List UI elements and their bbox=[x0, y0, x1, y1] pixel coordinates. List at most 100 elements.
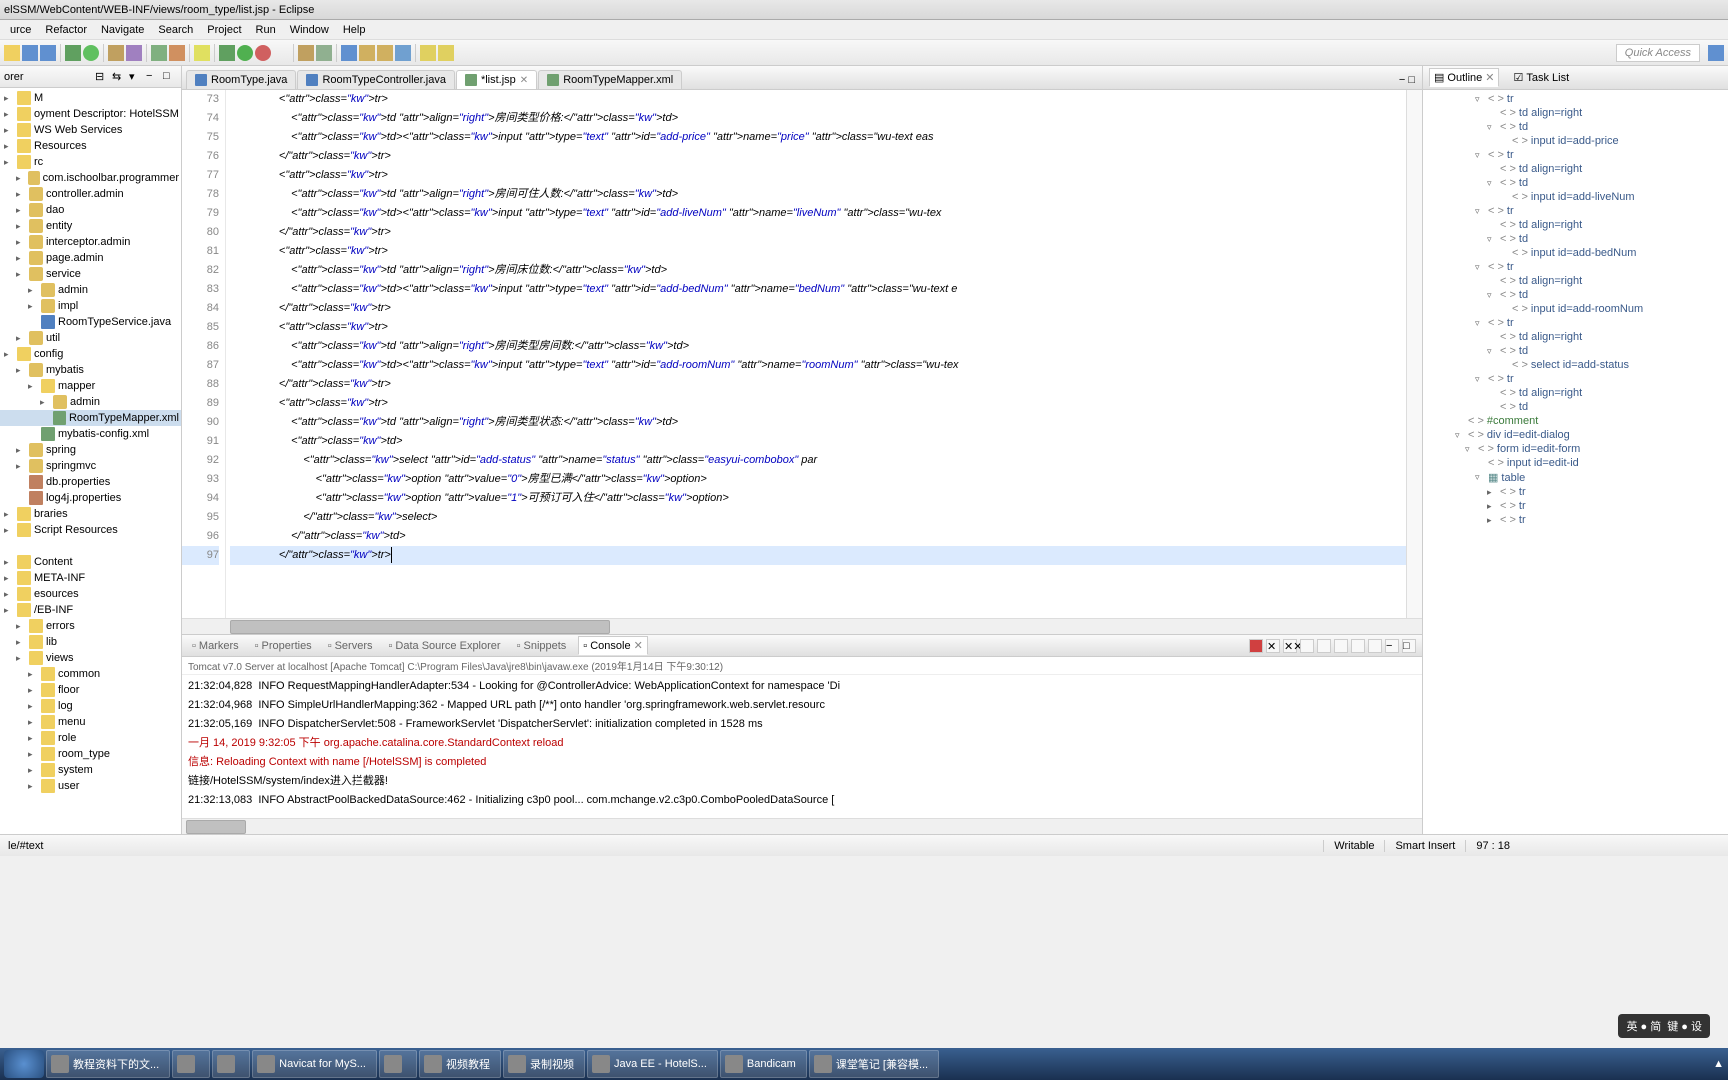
remove-icon[interactable]: ✕ bbox=[1266, 639, 1280, 653]
tree-item[interactable]: ▸controller.admin bbox=[0, 186, 181, 202]
tree-item[interactable]: ▸system bbox=[0, 762, 181, 778]
run-arrow-icon[interactable] bbox=[237, 45, 253, 61]
new-icon[interactable] bbox=[4, 45, 20, 61]
menu-item[interactable]: urce bbox=[4, 22, 37, 38]
perspective-icon[interactable] bbox=[1708, 45, 1724, 61]
debug-icon[interactable] bbox=[65, 45, 81, 61]
display-icon[interactable] bbox=[1351, 639, 1365, 653]
outline-item[interactable]: < > input id=add-liveNum bbox=[1425, 190, 1726, 204]
tree-item[interactable]: ▸errors bbox=[0, 618, 181, 634]
tool-icon[interactable] bbox=[359, 45, 375, 61]
tree-item[interactable]: ▸/EB-INF bbox=[0, 602, 181, 618]
ime-popup[interactable]: 英 ● 简 键 ● 设 bbox=[1618, 1014, 1710, 1038]
close-icon[interactable]: ✕ bbox=[520, 75, 528, 86]
menu-icon[interactable]: ▾ bbox=[129, 70, 143, 84]
save-icon[interactable] bbox=[22, 45, 38, 61]
tool-icon[interactable] bbox=[273, 45, 289, 61]
tree-item[interactable]: ▸entity bbox=[0, 218, 181, 234]
outline-item[interactable]: < > input id=add-roomNum bbox=[1425, 302, 1726, 316]
outline-item[interactable]: < > td align=right bbox=[1425, 386, 1726, 400]
tree-item[interactable]: ▸admin bbox=[0, 282, 181, 298]
tree-item[interactable]: ▸braries bbox=[0, 506, 181, 522]
tree-item[interactable]: ▸mapper bbox=[0, 378, 181, 394]
tree-item[interactable]: ▸common bbox=[0, 666, 181, 682]
editor-tab[interactable]: *list.jsp✕ bbox=[456, 70, 537, 89]
console-hscroll[interactable] bbox=[182, 818, 1422, 834]
taskbar-item[interactable] bbox=[379, 1050, 417, 1078]
minimize-icon[interactable]: − bbox=[1385, 639, 1399, 653]
menu-item[interactable]: Refactor bbox=[39, 22, 93, 38]
outline-item[interactable]: ▿< > td bbox=[1425, 288, 1726, 302]
outline-item[interactable]: < > td align=right bbox=[1425, 274, 1726, 288]
outline-item[interactable]: < > input id=edit-id bbox=[1425, 456, 1726, 470]
outline-item[interactable]: ▿< > form id=edit-form bbox=[1425, 442, 1726, 456]
close-icon[interactable]: ✕ bbox=[634, 639, 643, 652]
tree-item[interactable]: ▸log bbox=[0, 698, 181, 714]
outline-item[interactable]: ▸< > tr bbox=[1425, 513, 1726, 527]
taskbar-item[interactable] bbox=[172, 1050, 210, 1078]
maximize-icon[interactable]: □ bbox=[1408, 74, 1415, 86]
tree-item[interactable]: ▸interceptor.admin bbox=[0, 234, 181, 250]
bottom-tab-markers[interactable]: ▫Markers bbox=[188, 638, 243, 654]
bottom-tab-data-source-explorer[interactable]: ▫Data Source Explorer bbox=[385, 638, 505, 654]
remove-all-icon[interactable]: ✕✕ bbox=[1283, 639, 1297, 653]
outline-item[interactable]: < > td align=right bbox=[1425, 106, 1726, 120]
tree-item[interactable]: ▸springmvc bbox=[0, 458, 181, 474]
maximize-icon[interactable]: □ bbox=[163, 70, 177, 84]
taskbar-item[interactable]: 视频教程 bbox=[419, 1050, 501, 1078]
tree-item[interactable]: RoomTypeService.java bbox=[0, 314, 181, 330]
link-icon[interactable]: ⇆ bbox=[112, 70, 126, 84]
outline-item[interactable]: < > td align=right bbox=[1425, 218, 1726, 232]
tree-item[interactable]: ▸Content bbox=[0, 554, 181, 570]
minimize-icon[interactable]: − bbox=[1399, 74, 1405, 86]
search-icon[interactable] bbox=[194, 45, 210, 61]
outline-item[interactable]: ▿< > tr bbox=[1425, 372, 1726, 386]
outline-tree[interactable]: ▿< > tr< > td align=right▿< > td< > inpu… bbox=[1423, 90, 1728, 834]
taskbar-item[interactable]: 课堂笔记 [兼容模... bbox=[809, 1050, 939, 1078]
tree-item[interactable]: mybatis-config.xml bbox=[0, 426, 181, 442]
menu-item[interactable]: Run bbox=[250, 22, 282, 38]
taskbar-item[interactable]: 教程资料下的文... bbox=[46, 1050, 170, 1078]
run-ext-icon[interactable] bbox=[255, 45, 271, 61]
tool-icon[interactable] bbox=[341, 45, 357, 61]
save-all-icon[interactable] bbox=[40, 45, 56, 61]
editor-tab[interactable]: RoomTypeController.java bbox=[297, 70, 455, 89]
close-icon[interactable]: ✕ bbox=[1485, 71, 1494, 84]
tree-item[interactable]: ▸mybatis bbox=[0, 362, 181, 378]
start-button[interactable] bbox=[4, 1050, 44, 1078]
tree-item[interactable]: ▸lib bbox=[0, 634, 181, 650]
taskbar-item[interactable]: Java EE - HotelS... bbox=[587, 1050, 718, 1078]
tree-item[interactable]: ▸room_type bbox=[0, 746, 181, 762]
tree-item[interactable]: ▸spring bbox=[0, 442, 181, 458]
outline-item[interactable]: ▸< > tr bbox=[1425, 485, 1726, 499]
menu-item[interactable]: Window bbox=[284, 22, 335, 38]
minimize-icon[interactable]: − bbox=[146, 70, 160, 84]
tree-item[interactable]: ▸oyment Descriptor: HotelSSM bbox=[0, 106, 181, 122]
back-icon[interactable] bbox=[420, 45, 436, 61]
outline-item[interactable]: < > input id=add-price bbox=[1425, 134, 1726, 148]
outline-item[interactable]: ▿< > td bbox=[1425, 176, 1726, 190]
outline-item[interactable]: ▿< > td bbox=[1425, 232, 1726, 246]
tool-icon[interactable] bbox=[395, 45, 411, 61]
bottom-tab-properties[interactable]: ▫Properties bbox=[251, 638, 316, 654]
outline-item[interactable]: < > #comment bbox=[1425, 414, 1726, 428]
tab-outline[interactable]: ▤ Outline ✕ bbox=[1429, 68, 1499, 87]
outline-item[interactable]: < > input id=add-bedNum bbox=[1425, 246, 1726, 260]
tree-item[interactable]: ▸impl bbox=[0, 298, 181, 314]
tray-icon[interactable]: ▲ bbox=[1713, 1058, 1724, 1070]
tool-icon[interactable] bbox=[108, 45, 124, 61]
tree-item[interactable]: ▸views bbox=[0, 650, 181, 666]
stop-icon[interactable] bbox=[1249, 639, 1263, 653]
tree-item[interactable]: RoomTypeMapper.xml bbox=[0, 410, 181, 426]
tree-item[interactable]: ▸config bbox=[0, 346, 181, 362]
menu-item[interactable]: Search bbox=[152, 22, 199, 38]
outline-item[interactable]: ▿< > tr bbox=[1425, 148, 1726, 162]
outline-item[interactable]: ▸< > tr bbox=[1425, 499, 1726, 513]
menu-item[interactable]: Navigate bbox=[95, 22, 150, 38]
outline-item[interactable]: ▿< > tr bbox=[1425, 92, 1726, 106]
collapse-all-icon[interactable]: ⊟ bbox=[95, 70, 109, 84]
quick-access[interactable]: Quick Access bbox=[1616, 44, 1700, 62]
clear-icon[interactable] bbox=[1300, 639, 1314, 653]
bottom-tab-console[interactable]: ▫Console ✕ bbox=[578, 636, 647, 655]
tree-item[interactable]: db.properties bbox=[0, 474, 181, 490]
